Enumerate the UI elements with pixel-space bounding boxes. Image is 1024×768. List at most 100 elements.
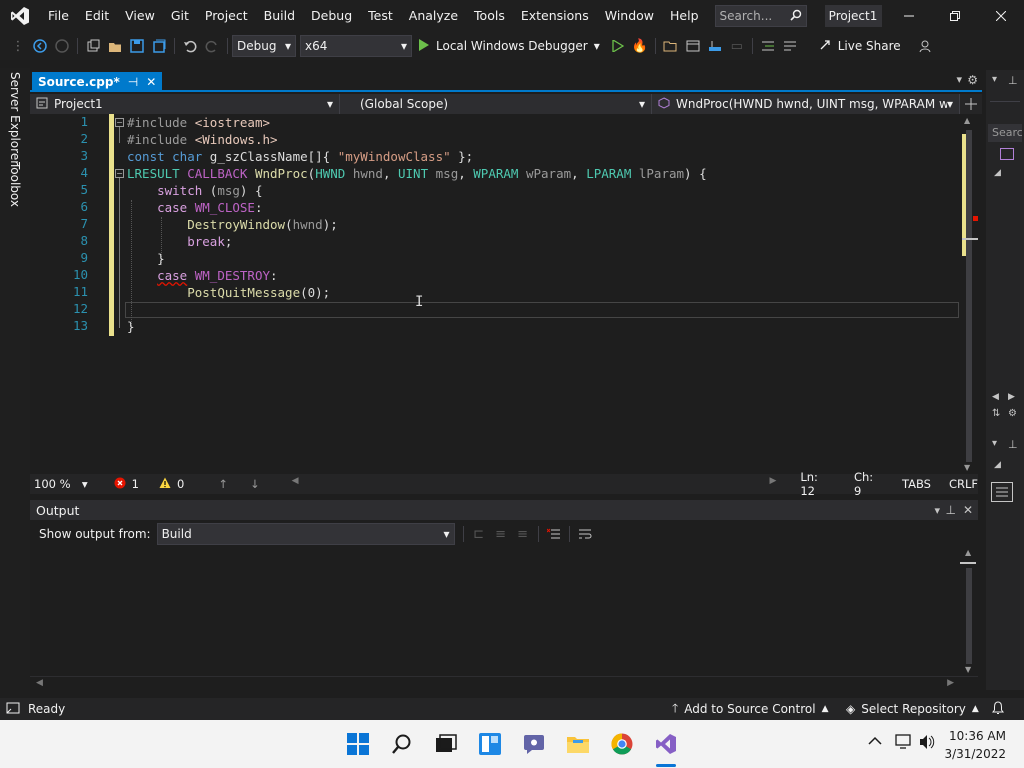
menu-project[interactable]: Project — [197, 0, 256, 32]
find-message-icon[interactable]: ⊏ — [469, 524, 489, 544]
close-tab-icon[interactable]: ✕ — [146, 75, 156, 89]
scroll-up-icon[interactable]: ▲ — [964, 116, 970, 125]
notifications-bell-icon[interactable] — [992, 701, 1004, 717]
previous-message-icon[interactable]: ≡ — [491, 524, 511, 544]
cursor-line[interactable]: Ln: 12 — [800, 470, 836, 498]
search-icon[interactable] — [390, 732, 414, 756]
start-debugging-button[interactable]: Local Windows Debugger ▾ — [418, 38, 600, 54]
clear-all-icon[interactable] — [544, 524, 564, 544]
menu-test[interactable]: Test — [360, 0, 401, 32]
collapse-arrow-icon[interactable]: ◢ — [994, 168, 1001, 178]
scroll-left-icon[interactable]: ◀ — [36, 678, 43, 688]
comment-icon[interactable] — [758, 36, 778, 56]
hot-reload-icon[interactable]: 🔥 — [630, 36, 650, 56]
menu-extensions[interactable]: Extensions — [513, 0, 597, 32]
output-text-area[interactable]: ▲ ▼ — [30, 546, 978, 676]
pin-icon[interactable]: ⊥ — [946, 503, 956, 517]
save-icon[interactable] — [127, 36, 147, 56]
scope-dropdown[interactable]: (Global Scope) ▾ — [340, 94, 652, 114]
server-explorer-tab[interactable]: Server Explorer — [8, 72, 22, 165]
menu-help[interactable]: Help — [662, 0, 707, 32]
feedback-icon[interactable] — [915, 36, 935, 56]
close-panel-icon[interactable]: ✕ — [963, 503, 973, 517]
settings-gear-icon[interactable]: ⚙ — [1008, 408, 1017, 419]
restore-button[interactable] — [932, 0, 978, 32]
undo-icon[interactable] — [180, 36, 200, 56]
scroll-right-icon[interactable]: ▶ — [947, 678, 954, 688]
output-source-dropdown[interactable]: Build ▾ — [156, 523, 455, 545]
pin-icon[interactable]: ⊥ — [1008, 74, 1018, 87]
word-wrap-icon[interactable] — [575, 524, 595, 544]
error-count[interactable]: 1 — [114, 477, 139, 492]
disabled-tool-icon[interactable]: ▭ — [727, 36, 747, 56]
settings-gear-icon[interactable]: ⚙ — [967, 73, 978, 87]
configuration-dropdown[interactable]: Debug ▾ — [232, 35, 296, 57]
editor-horizontal-scrollbar[interactable]: ◀ ▶ — [292, 476, 777, 490]
menu-build[interactable]: Build — [256, 0, 303, 32]
redo-icon[interactable] — [202, 36, 222, 56]
task-view-icon[interactable] — [434, 732, 458, 756]
chevron-up-icon[interactable] — [868, 735, 882, 749]
scroll-down-icon[interactable]: ▼ — [965, 665, 971, 674]
menu-git[interactable]: Git — [163, 0, 197, 32]
dock-dropdown-icon[interactable]: ▾ — [992, 74, 997, 85]
menu-view[interactable]: View — [117, 0, 163, 32]
menu-edit[interactable]: Edit — [77, 0, 117, 32]
menu-tools[interactable]: Tools — [466, 0, 513, 32]
scroll-down-icon[interactable]: ▼ — [964, 463, 970, 472]
scroll-right-icon[interactable]: ▶ — [1008, 392, 1015, 402]
visual-studio-logo-icon[interactable] — [0, 0, 40, 32]
solution-explorer-icon[interactable] — [661, 36, 681, 56]
class-view-icon[interactable] — [1000, 148, 1014, 160]
tab-list-dropdown-icon[interactable]: ▾ — [956, 73, 962, 86]
visual-studio-taskbar-icon[interactable] — [654, 732, 678, 756]
menu-file[interactable]: File — [40, 0, 77, 32]
navigate-forward-icon[interactable] — [52, 36, 72, 56]
split-editor-icon[interactable] — [960, 94, 982, 114]
new-project-icon[interactable] — [83, 36, 103, 56]
scroll-up-icon[interactable]: ▲ — [965, 548, 971, 557]
fold-collapse-icon[interactable]: − — [115, 118, 124, 127]
network-icon[interactable] — [895, 734, 913, 753]
pin-icon[interactable]: ⊥ — [1008, 438, 1018, 451]
previous-issue-icon[interactable]: ↑ — [218, 477, 228, 491]
scroll-right-icon[interactable]: ▶ — [769, 476, 776, 486]
zoom-dropdown[interactable]: 100 % ▾ — [30, 477, 92, 491]
windows-start-icon[interactable] — [346, 732, 370, 756]
volume-icon[interactable] — [919, 734, 937, 753]
navigate-back-icon[interactable] — [30, 36, 50, 56]
start-without-debugging-icon[interactable] — [608, 36, 628, 56]
save-all-icon[interactable] — [149, 36, 169, 56]
collapse-arrow-icon[interactable]: ◢ — [994, 460, 1001, 470]
menu-analyze[interactable]: Analyze — [401, 0, 466, 32]
next-issue-icon[interactable]: ↓ — [250, 477, 260, 491]
platform-dropdown[interactable]: x64 ▾ — [300, 35, 412, 57]
system-clock[interactable]: 10:36 AM 3/31/2022 — [944, 727, 1006, 763]
breakpoint-tools-icon[interactable] — [705, 36, 725, 56]
add-to-source-control-button[interactable]: 🡑 Add to Source Control ▲ — [672, 699, 829, 720]
layout-icon[interactable] — [683, 36, 703, 56]
fold-collapse-icon[interactable]: − — [115, 169, 124, 178]
uncomment-icon[interactable] — [780, 36, 800, 56]
open-folder-icon[interactable] — [105, 36, 125, 56]
close-window-button[interactable] — [978, 0, 1024, 32]
scroll-left-icon[interactable]: ◀ — [992, 392, 999, 402]
tab-source-cpp[interactable]: Source.cpp* ⊣ ✕ — [32, 72, 163, 92]
file-explorer-icon[interactable] — [566, 732, 590, 756]
menu-debug[interactable]: Debug — [303, 0, 360, 32]
cursor-char[interactable]: Ch: 9 — [854, 470, 884, 498]
search-input[interactable]: Search... — [714, 5, 807, 27]
live-share-button[interactable]: Live Share — [819, 38, 901, 54]
dock-dropdown-icon[interactable]: ▾ — [992, 438, 997, 449]
warning-count[interactable]: 0 — [159, 477, 184, 492]
properties-icon[interactable] — [991, 482, 1013, 502]
scrollbar-thumb[interactable] — [966, 130, 972, 462]
sort-icon[interactable]: ⇅ — [992, 408, 1000, 419]
widgets-icon[interactable] — [478, 732, 502, 756]
toolbox-tab[interactable]: Toolbox — [8, 162, 22, 207]
indent-mode[interactable]: TABS — [902, 477, 931, 491]
select-repository-button[interactable]: ◈ Select Repository ▲ — [846, 702, 979, 716]
member-dropdown[interactable]: WndProc(HWND hwnd, UINT msg, WPARAM wPar… — [652, 94, 960, 114]
scroll-left-icon[interactable]: ◀ — [292, 476, 299, 486]
chrome-icon[interactable] — [610, 732, 634, 756]
